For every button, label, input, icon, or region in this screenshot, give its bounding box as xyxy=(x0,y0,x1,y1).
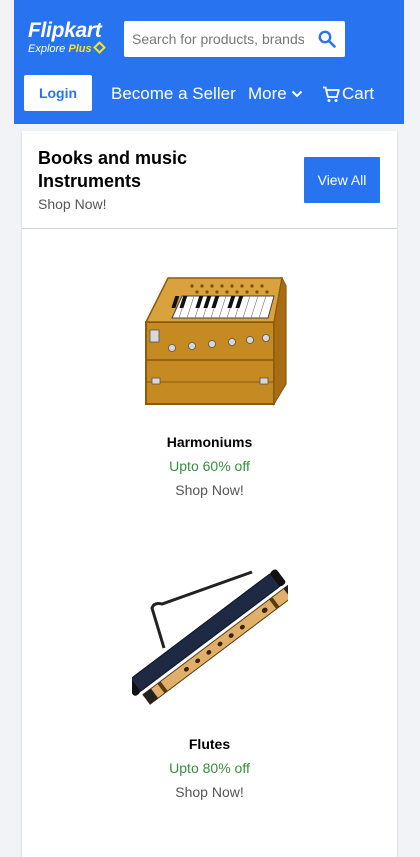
flute-image xyxy=(131,569,288,705)
flipkart-logo[interactable]: Flipkart Explore Plus xyxy=(28,20,108,55)
search-box xyxy=(124,21,345,57)
more-menu[interactable]: More xyxy=(248,84,303,104)
cart-label: Cart xyxy=(342,84,375,103)
search-button[interactable] xyxy=(315,27,339,51)
top-header: Flipkart Explore Plus Login Become a Sel… xyxy=(14,0,404,124)
logo-tagline: Explore Plus xyxy=(28,41,108,55)
product-shop-now: Shop Now! xyxy=(175,482,244,498)
product-name: Harmoniums xyxy=(166,434,253,450)
tagline-plus: Plus xyxy=(68,43,92,55)
become-seller-link[interactable]: Become a Seller xyxy=(111,84,236,104)
chevron-down-icon xyxy=(291,90,302,98)
product-card-harmonium[interactable]: Harmoniums Upto 60% off Shop Now! xyxy=(22,260,397,498)
product-offer: Upto 60% off xyxy=(169,458,250,474)
product-card-flute[interactable]: Flutes Upto 80% off Shop Now! xyxy=(22,562,397,800)
more-label: More xyxy=(248,84,287,103)
section-title: Books and music Instruments xyxy=(38,148,188,191)
search-icon xyxy=(318,30,336,48)
product-shop-now: Shop Now! xyxy=(175,784,244,800)
category-card: Books and music Instruments Shop Now! Vi… xyxy=(22,131,397,857)
search-input[interactable] xyxy=(124,21,304,57)
product-name: Flutes xyxy=(188,736,231,752)
view-all-button[interactable]: View All xyxy=(304,157,380,203)
logo-text: Flipkart xyxy=(28,19,102,42)
cart-icon xyxy=(323,86,340,102)
tagline-prefix: Explore xyxy=(28,43,66,55)
login-button[interactable]: Login xyxy=(24,75,92,111)
card-header: Books and music Instruments Shop Now! Vi… xyxy=(22,131,397,229)
harmonium-image xyxy=(144,276,287,407)
plus-icon xyxy=(92,41,106,54)
cart-link[interactable]: Cart xyxy=(322,84,374,104)
section-subtitle: Shop Now! xyxy=(38,196,107,212)
product-offer: Upto 80% off xyxy=(169,760,250,776)
